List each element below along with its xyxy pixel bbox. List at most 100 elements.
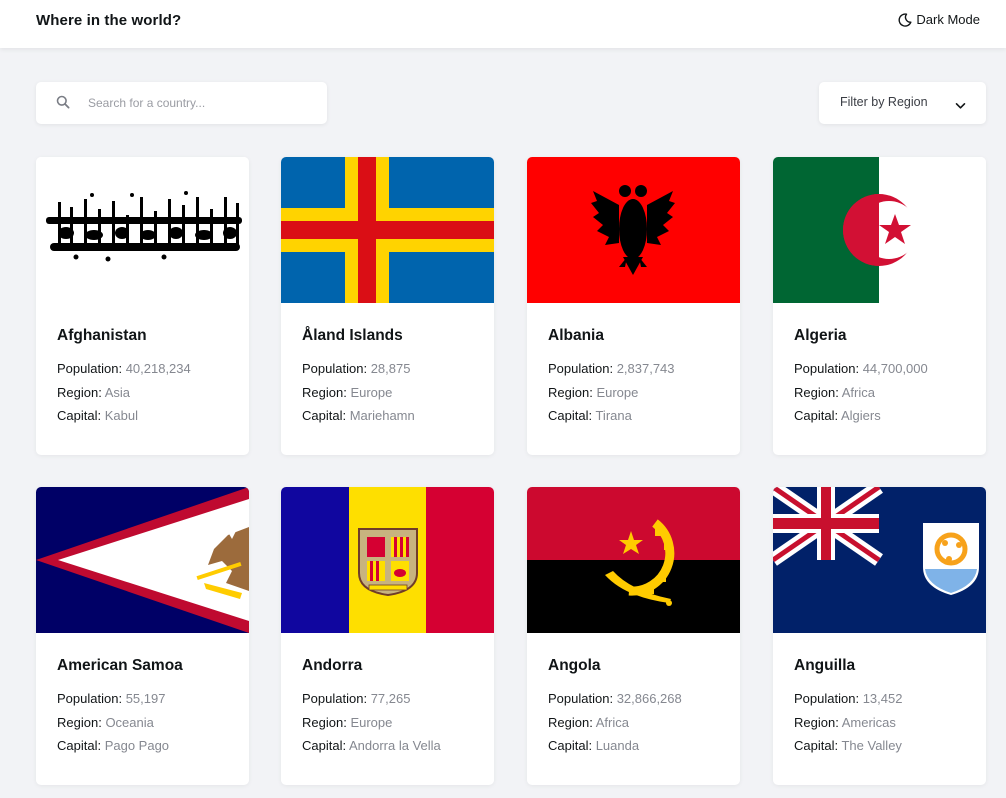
country-card[interactable]: Algeria Population: 44,700,000 Region: A… — [773, 157, 986, 455]
dark-mode-toggle[interactable]: Dark Mode — [898, 12, 980, 27]
capital-label: Capital: — [794, 408, 839, 423]
population-value: 44,700,000 — [862, 361, 928, 376]
region-label: Region: — [548, 385, 593, 400]
capital-value: Mariehamn — [349, 408, 415, 423]
region-row: Region: Africa — [794, 385, 875, 400]
capital-row: Capital: Mariehamn — [302, 408, 415, 423]
capital-row: Capital: Algiers — [794, 408, 881, 423]
population-value: 40,218,234 — [125, 361, 191, 376]
search-icon — [56, 95, 70, 114]
country-name: Algeria — [794, 327, 847, 344]
capital-value: Luanda — [595, 738, 640, 753]
population-row: Population: 55,197 — [57, 691, 165, 706]
capital-label: Capital: — [57, 738, 102, 753]
country-name: Andorra — [302, 657, 363, 674]
dolphin-shield-icon — [923, 523, 979, 595]
flag-algeria — [773, 157, 986, 303]
capital-label: Capital: — [548, 408, 593, 423]
region-label: Region: — [302, 385, 347, 400]
capital-value: Tirana — [595, 408, 632, 423]
region-value: Europe — [350, 385, 393, 400]
flag-afghanistan — [36, 157, 249, 303]
chevron-down-icon — [955, 97, 966, 115]
country-card[interactable]: Afghanistan Population: 40,218,234 Regio… — [36, 157, 249, 455]
population-value: 28,875 — [370, 361, 411, 376]
flag-american-samoa — [36, 487, 249, 633]
capital-row: Capital: The Valley — [794, 738, 902, 753]
region-row: Region: Africa — [548, 715, 629, 730]
capital-row: Capital: Tirana — [548, 408, 632, 423]
region-row: Region: Europe — [302, 715, 392, 730]
country-name: Afghanistan — [57, 327, 147, 344]
capital-label: Capital: — [302, 738, 347, 753]
population-row: Population: 13,452 — [794, 691, 902, 706]
population-value: 55,197 — [125, 691, 166, 706]
population-row: Population: 44,700,000 — [794, 361, 928, 376]
moon-icon — [898, 12, 912, 27]
region-label: Region: — [548, 715, 593, 730]
country-name: American Samoa — [57, 657, 183, 674]
dark-mode-label: Dark Mode — [916, 12, 980, 27]
search-box — [36, 82, 327, 124]
capital-label: Capital: — [302, 408, 347, 423]
region-value: Europe — [350, 715, 393, 730]
capital-value: Pago Pago — [104, 738, 170, 753]
region-value: Americas — [841, 715, 896, 730]
population-value: 2,837,743 — [616, 361, 675, 376]
capital-label: Capital: — [57, 408, 102, 423]
region-row: Region: Europe — [302, 385, 392, 400]
flag-anguilla — [773, 487, 986, 633]
population-label: Population: — [794, 691, 860, 706]
region-row: Region: Oceania — [57, 715, 154, 730]
region-label: Region: — [794, 385, 839, 400]
capital-value: Kabul — [104, 408, 138, 423]
population-label: Population: — [57, 361, 123, 376]
capital-label: Capital: — [794, 738, 839, 753]
flag-angola — [527, 487, 740, 633]
population-label: Population: — [57, 691, 123, 706]
country-card[interactable]: Anguilla Population: 13,452 Region: Amer… — [773, 487, 986, 785]
region-value: Asia — [104, 385, 131, 400]
capital-value: Andorra la Vella — [348, 738, 441, 753]
capital-row: Capital: Andorra la Vella — [302, 738, 441, 753]
region-row: Region: Europe — [548, 385, 638, 400]
region-row: Region: Americas — [794, 715, 896, 730]
region-label: Region: — [57, 715, 102, 730]
region-filter-dropdown[interactable]: Filter by Region — [819, 82, 986, 124]
flag-aland — [281, 157, 494, 303]
region-value: Africa — [841, 385, 875, 400]
search-input[interactable] — [88, 82, 318, 124]
population-label: Population: — [548, 691, 614, 706]
region-value: Oceania — [105, 715, 154, 730]
filter-label: Filter by Region — [840, 95, 928, 109]
population-row: Population: 77,265 — [302, 691, 410, 706]
union-jack-canton-icon — [773, 487, 883, 566]
capital-row: Capital: Kabul — [57, 408, 138, 423]
country-name: Åland Islands — [302, 327, 403, 344]
region-label: Region: — [57, 385, 102, 400]
country-card[interactable]: American Samoa Population: 55,197 Region… — [36, 487, 249, 785]
region-label: Region: — [794, 715, 839, 730]
capital-row: Capital: Pago Pago — [57, 738, 169, 753]
flag-albania — [527, 157, 740, 303]
country-name: Anguilla — [794, 657, 856, 674]
capital-row: Capital: Luanda — [548, 738, 639, 753]
top-header: Where in the world? Dark Mode — [0, 0, 1006, 48]
population-value: 13,452 — [862, 691, 903, 706]
country-card[interactable]: Andorra Population: 77,265 Region: Europ… — [281, 487, 494, 785]
population-row: Population: 32,866,268 — [548, 691, 682, 706]
population-value: 32,866,268 — [616, 691, 682, 706]
population-row: Population: 2,837,743 — [548, 361, 675, 376]
app-title: Where in the world? — [36, 12, 182, 29]
coat-of-arms-icon — [358, 528, 418, 597]
country-card[interactable]: Albania Population: 2,837,743 Region: Eu… — [527, 157, 740, 455]
population-value: 77,265 — [370, 691, 411, 706]
region-row: Region: Asia — [57, 385, 130, 400]
country-card[interactable]: Åland Islands Population: 28,875 Region:… — [281, 157, 494, 455]
region-value: Europe — [596, 385, 639, 400]
capital-value: Algiers — [840, 408, 881, 423]
region-value: Africa — [595, 715, 629, 730]
country-card[interactable]: Angola Population: 32,866,268 Region: Af… — [527, 487, 740, 785]
population-row: Population: 28,875 — [302, 361, 410, 376]
capital-label: Capital: — [548, 738, 593, 753]
